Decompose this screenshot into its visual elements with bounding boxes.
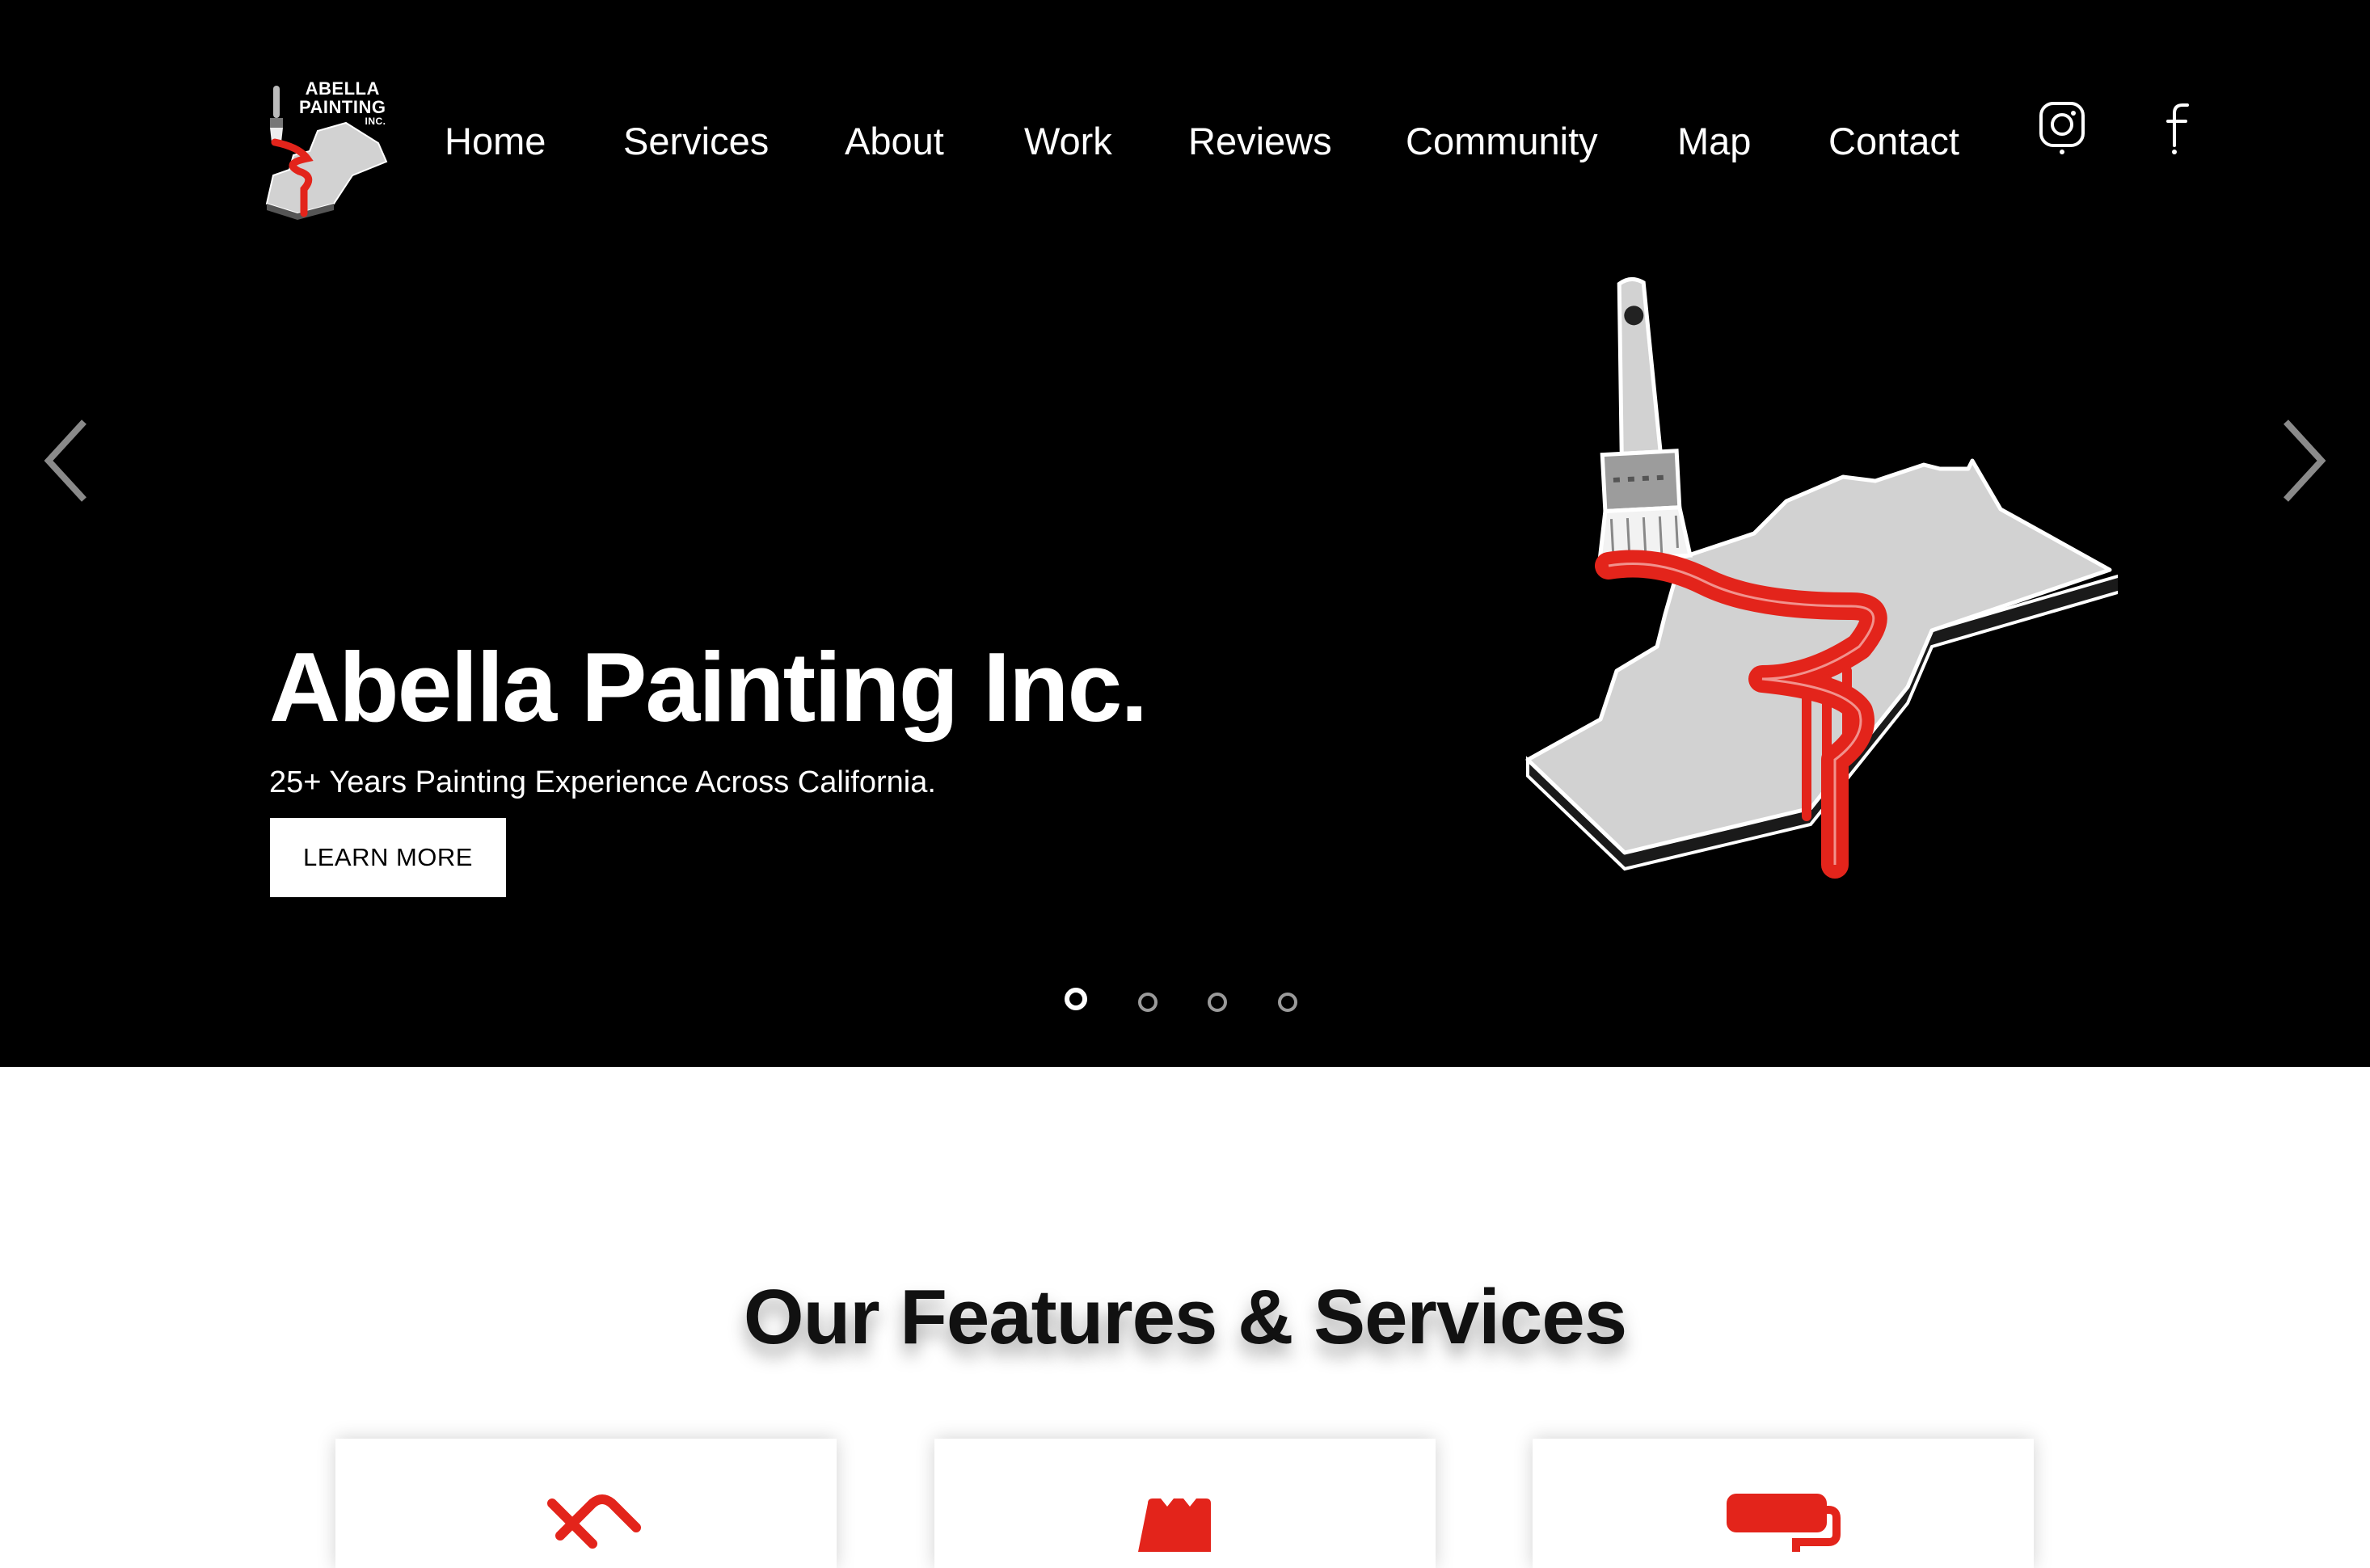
learn-more-button[interactable]: LEARN MORE [270,818,506,897]
section-title: Our Features & Services [743,1274,1627,1360]
hero-illustration [1525,276,2118,879]
chevron-right-icon [2284,419,2326,502]
carousel-prev-button[interactable] [34,412,99,509]
nav-item-work[interactable]: Work [1024,113,1112,170]
logo-line-2: PAINTING [299,97,386,117]
nav-item-services[interactable]: Services [623,113,769,170]
brand-logo[interactable]: ABELLA PAINTING INC. [257,74,394,220]
hero-carousel: ABELLA PAINTING INC. Home Services About… [0,0,2370,1067]
paint-scraper-icon [547,1494,641,1549]
nav-item-about[interactable]: About [845,113,944,170]
instagram-icon[interactable] [2036,100,2088,157]
carousel-dot-2[interactable] [1138,993,1158,1012]
hero-subtitle: 25+ Years Painting Experience Across Cal… [269,765,936,799]
nav-item-contact[interactable]: Contact [1828,113,1959,170]
logo-line-1: ABELLA [305,78,380,99]
carousel-dot-4[interactable] [1278,993,1297,1012]
nav-item-community[interactable]: Community [1406,113,1598,170]
facebook-icon[interactable] [2157,100,2208,157]
carousel-next-button[interactable] [2271,412,2336,509]
nav-item-home[interactable]: Home [445,113,546,170]
carousel-dot-1[interactable] [1065,988,1087,1010]
logo-line-3: INC. [365,116,386,127]
service-card-3[interactable] [1533,1439,2034,1568]
service-card-1[interactable] [335,1439,837,1568]
nav-item-reviews[interactable]: Reviews [1188,113,1332,170]
carousel-indicators [0,988,2370,1020]
hero-title: Abella Painting Inc. [269,632,1148,742]
carousel-dot-3[interactable] [1208,993,1227,1012]
service-card-2[interactable] [934,1439,1436,1568]
nav-item-map[interactable]: Map [1677,113,1751,170]
paint-roller-icon [1727,1494,1841,1552]
chevron-left-icon [44,419,86,502]
logo-text: ABELLA PAINTING INC. [299,79,386,126]
paint-bucket-icon [1138,1498,1211,1552]
